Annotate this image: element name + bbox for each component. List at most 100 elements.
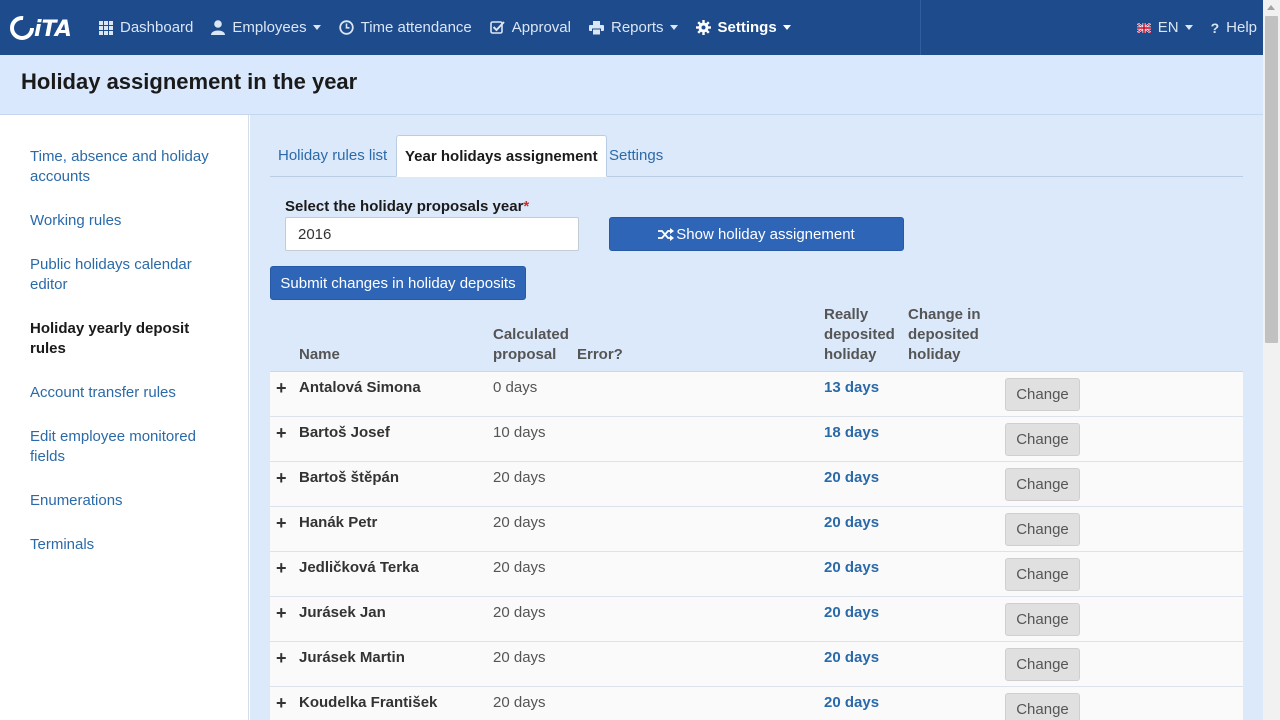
sidebar-item-holiday-deposit-rules[interactable]: Holiday yearly deposit rules <box>30 319 220 359</box>
table-row: + Bartoš Josef 10 days 18 days Change <box>270 417 1243 462</box>
show-assignement-label: Show holiday assignement <box>676 225 855 243</box>
question-icon: ? <box>1210 19 1220 36</box>
page-header: Holiday assignement in the year <box>0 55 1263 115</box>
svg-text:iTA: iTA <box>34 17 72 41</box>
language-label: EN <box>1157 19 1179 36</box>
nav-settings[interactable]: Settings <box>687 0 800 55</box>
chevron-down-icon <box>1184 25 1193 30</box>
employee-name: Antalová Simona <box>299 379 421 396</box>
nav-approval-label: Approval <box>511 19 571 36</box>
expand-plus-icon[interactable]: + <box>276 514 287 532</box>
header-calculated: Calculated proposal <box>493 325 569 365</box>
expand-plus-icon[interactable]: + <box>276 559 287 577</box>
grid-icon <box>99 20 113 35</box>
header-name: Name <box>299 346 340 363</box>
calculated-proposal: 20 days <box>493 649 546 666</box>
calculated-proposal: 10 days <box>493 424 546 441</box>
change-button[interactable]: Change <box>1005 558 1080 591</box>
tab-holiday-rules-list[interactable]: Holiday rules list <box>270 135 395 177</box>
sidebar-item-monitored-fields[interactable]: Edit employee monitored fields <box>30 427 220 467</box>
calculated-proposal: 20 days <box>493 694 546 711</box>
table-row: + Jedličková Terka 20 days 20 days Chang… <box>270 552 1243 597</box>
table-header: Name Calculated proposal Error? Really d… <box>270 301 1243 371</box>
expand-plus-icon[interactable]: + <box>276 694 287 712</box>
sidebar-item-accounts[interactable]: Time, absence and holiday accounts <box>30 147 220 187</box>
clock-icon <box>338 20 354 35</box>
deposited-holiday: 20 days <box>824 694 880 711</box>
top-navbar: iTA Dashboard Employees Time attendance … <box>0 0 1280 55</box>
deposited-holiday: 13 days <box>824 379 880 396</box>
deposited-holiday: 20 days <box>824 649 880 666</box>
calculated-proposal: 20 days <box>493 514 546 531</box>
nav-time-attendance[interactable]: Time attendance <box>330 0 481 55</box>
show-assignement-button[interactable]: Show holiday assignement <box>609 217 904 251</box>
expand-plus-icon[interactable]: + <box>276 379 287 397</box>
required-mark: * <box>523 198 530 215</box>
table-row: + Bartoš štěpán 20 days 20 days Change <box>270 462 1243 507</box>
chevron-down-icon <box>312 25 321 30</box>
expand-plus-icon[interactable]: + <box>276 469 287 487</box>
nav-employees[interactable]: Employees <box>202 0 329 55</box>
header-calculated-line2: proposal <box>493 346 557 363</box>
header-error: Error? <box>577 346 623 363</box>
deposited-holiday: 20 days <box>824 469 880 486</box>
tab-year-holidays-assignement[interactable]: Year holidays assignement <box>396 135 607 177</box>
app-logo[interactable]: iTA <box>0 0 90 55</box>
header-really-deposited: Really deposited holiday <box>824 305 895 365</box>
employee-name: Bartoš Josef <box>299 424 390 441</box>
calculated-proposal: 20 days <box>493 559 546 576</box>
table-body: + Antalová Simona 0 days 13 days Change … <box>270 371 1243 720</box>
employee-name: Bartoš štěpán <box>299 469 400 486</box>
nav-time-attendance-label: Time attendance <box>360 19 472 36</box>
language-selector[interactable]: EN <box>1128 0 1202 55</box>
year-input[interactable] <box>285 217 579 251</box>
employee-name: Hanák Petr <box>299 514 378 531</box>
change-button[interactable]: Change <box>1005 378 1080 411</box>
gear-icon <box>695 20 711 35</box>
page-scrollbar[interactable] <box>1263 0 1280 720</box>
page-title: Holiday assignement in the year <box>21 69 358 94</box>
sidebar-item-account-transfer[interactable]: Account transfer rules <box>30 383 220 403</box>
expand-plus-icon[interactable]: + <box>276 424 287 442</box>
check-square-icon <box>489 20 505 35</box>
change-button[interactable]: Change <box>1005 693 1080 720</box>
change-button[interactable]: Change <box>1005 468 1080 501</box>
scrollbar-thumb[interactable] <box>1265 16 1278 343</box>
nav-approval[interactable]: Approval <box>481 0 580 55</box>
employee-name: Jedličková Terka <box>299 559 419 576</box>
uk-flag-icon <box>1136 22 1151 33</box>
change-button[interactable]: Change <box>1005 603 1080 636</box>
nav-reports-label: Reports <box>610 19 664 36</box>
sidebar-item-public-holidays[interactable]: Public holidays calendar editor <box>30 255 220 295</box>
sidebar-item-terminals[interactable]: Terminals <box>30 535 220 555</box>
nav-dashboard-label: Dashboard <box>120 19 194 36</box>
header-change-line3: holiday <box>908 346 961 363</box>
header-really-line2: deposited <box>824 326 895 343</box>
navbar-divider <box>920 0 921 55</box>
table-row: + Jurásek Jan 20 days 20 days Change <box>270 597 1243 642</box>
tab-bar: Holiday rules list Year holidays assigne… <box>270 135 1243 177</box>
expand-plus-icon[interactable]: + <box>276 649 287 667</box>
expand-plus-icon[interactable]: + <box>276 604 287 622</box>
help-label: Help <box>1226 19 1257 36</box>
nav-dashboard[interactable]: Dashboard <box>90 0 202 55</box>
help-link[interactable]: ? Help <box>1202 0 1266 55</box>
user-icon <box>211 20 226 35</box>
change-button[interactable]: Change <box>1005 423 1080 456</box>
header-really-line1: Really <box>824 306 869 323</box>
tab-settings[interactable]: Settings <box>601 135 671 177</box>
submit-changes-button[interactable]: Submit changes in holiday deposits <box>270 266 526 300</box>
change-button[interactable]: Change <box>1005 513 1080 546</box>
table-row: + Hanák Petr 20 days 20 days Change <box>270 507 1243 552</box>
employee-name: Jurásek Martin <box>299 649 405 666</box>
nav-reports[interactable]: Reports <box>580 0 687 55</box>
navbar-right: EN ? Help <box>1128 0 1266 55</box>
deposited-holiday: 20 days <box>824 559 880 576</box>
sidebar-item-enumerations[interactable]: Enumerations <box>30 491 220 511</box>
scroll-up-arrow-icon[interactable] <box>1267 5 1275 10</box>
calculated-proposal: 0 days <box>493 379 538 396</box>
year-field-label: Select the holiday proposals year* <box>285 198 529 215</box>
header-change-line2: deposited <box>908 326 979 343</box>
sidebar-item-working-rules[interactable]: Working rules <box>30 211 220 231</box>
change-button[interactable]: Change <box>1005 648 1080 681</box>
